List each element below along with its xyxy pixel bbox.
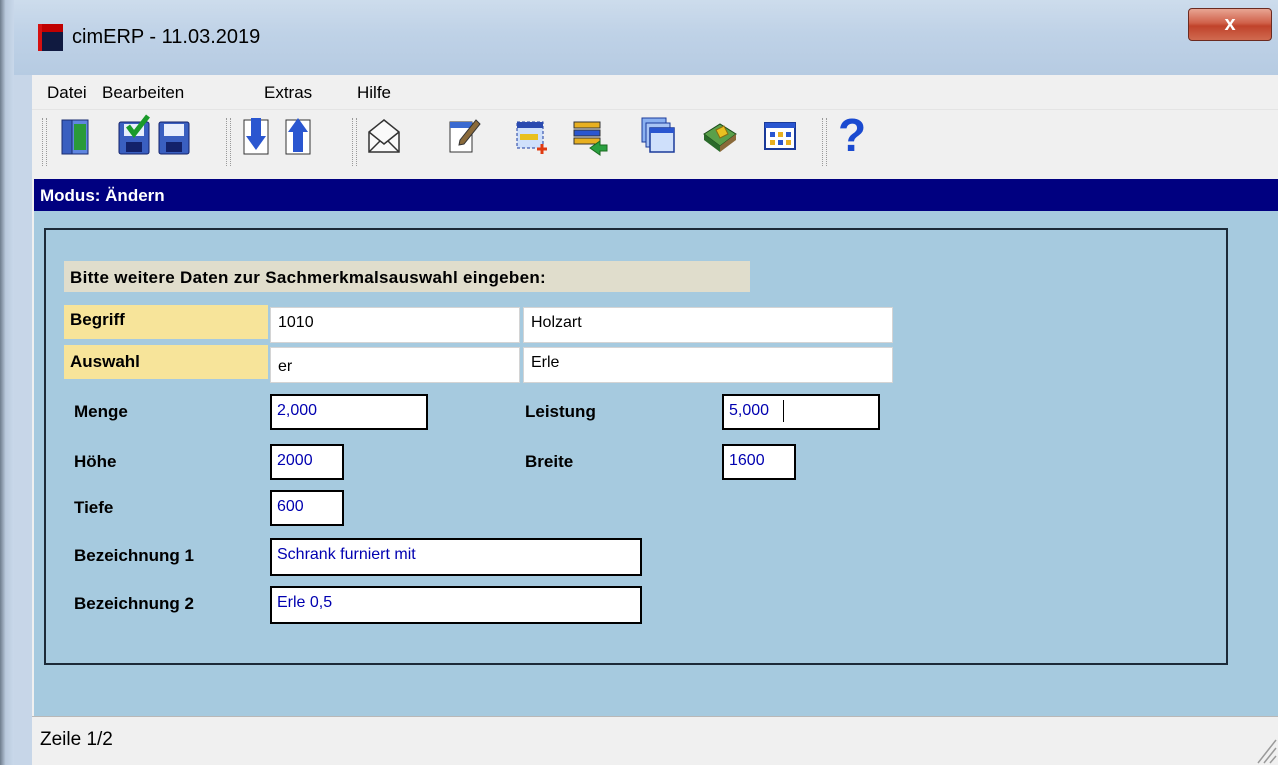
menge-input[interactable]: 2,000 (270, 394, 428, 430)
arrow-up-icon[interactable] (280, 114, 316, 158)
text-cursor (783, 400, 784, 422)
tiefe-label: Tiefe (74, 498, 114, 517)
menge-label: Menge (74, 402, 128, 421)
save-icon[interactable] (156, 114, 192, 158)
app-logo-icon (38, 24, 63, 51)
tiefe-input[interactable]: 600 (270, 490, 344, 526)
bezeichnung2-input[interactable]: Erle 0,5 (270, 586, 642, 624)
prompt-text: Bitte weitere Daten zur Sachmerkmalsausw… (70, 268, 546, 287)
window-left-border (0, 0, 14, 765)
save-check-icon[interactable] (116, 114, 152, 158)
arrow-down-icon[interactable] (238, 114, 274, 158)
hoehe-label: Höhe (74, 452, 117, 471)
import-list-icon[interactable] (572, 114, 608, 158)
grid-table-icon[interactable] (762, 114, 798, 158)
begriff-label: Begriff (70, 310, 125, 329)
windows-icon[interactable] (640, 114, 676, 158)
mode-label: Modus: Ändern (40, 186, 165, 205)
leistung-label: Leistung (525, 402, 596, 421)
help-icon[interactable]: ? (838, 108, 866, 162)
begriff-code-field[interactable]: 1010 (270, 307, 520, 343)
menu-extras[interactable]: Extras (264, 83, 312, 103)
envelope-icon[interactable] (366, 114, 402, 158)
new-table-icon[interactable] (514, 114, 550, 158)
resize-grip-icon[interactable] (1248, 730, 1278, 765)
toolbar-separator (822, 118, 827, 166)
leistung-input[interactable]: 5,000 (722, 394, 880, 430)
menu-datei[interactable]: Datei (47, 83, 87, 103)
auswahl-label: Auswahl (70, 352, 140, 371)
close-button[interactable]: x (1188, 8, 1272, 41)
edit-pen-icon[interactable] (446, 114, 482, 158)
bezeichnung1-input[interactable]: Schrank furniert mit (270, 538, 642, 576)
begriff-description-field[interactable]: Holzart (523, 307, 893, 343)
auswahl-description-field[interactable]: Erle (523, 347, 893, 383)
mode-bar (34, 179, 1278, 211)
exit-door-icon[interactable] (58, 114, 94, 158)
breite-input[interactable]: 1600 (722, 444, 796, 480)
toolbar-separator (352, 118, 357, 166)
breite-label: Breite (525, 452, 574, 471)
hoehe-input[interactable]: 2000 (270, 444, 344, 480)
bezeichnung1-label: Bezeichnung 1 (74, 546, 194, 565)
menu-hilfe[interactable]: Hilfe (357, 83, 391, 103)
menu-bearbeiten[interactable]: Bearbeiten (102, 83, 184, 103)
toolbar-grip[interactable] (42, 118, 47, 166)
status-text: Zeile 1/2 (40, 729, 113, 750)
window-title: cimERP - 11.03.2019 (72, 26, 261, 48)
toolbar-separator (226, 118, 231, 166)
status-bar (32, 716, 1278, 765)
auswahl-code-field[interactable]: er (270, 347, 520, 383)
book-tag-icon[interactable] (702, 114, 738, 158)
menu-bar (32, 75, 1278, 110)
bezeichnung2-label: Bezeichnung 2 (74, 594, 194, 613)
